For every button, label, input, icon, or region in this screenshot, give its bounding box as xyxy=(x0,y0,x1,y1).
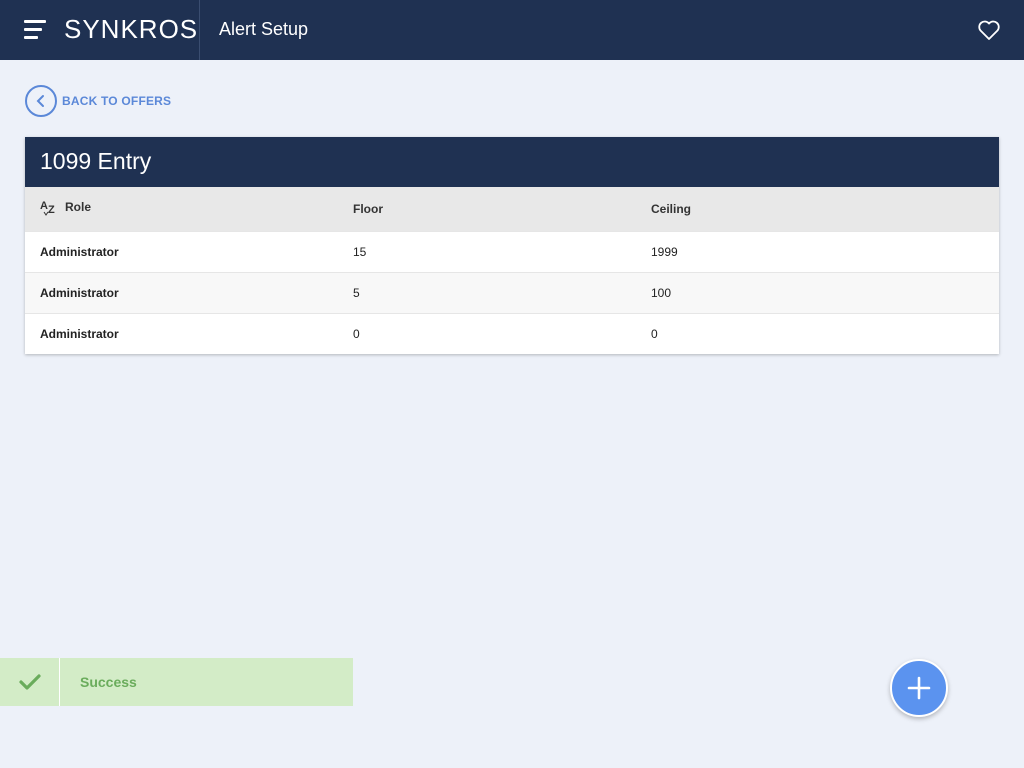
table-row[interactable]: Administrator 5 100 xyxy=(25,272,999,313)
column-label-floor: Floor xyxy=(353,201,383,216)
back-button-circle[interactable] xyxy=(25,85,57,117)
cell-ceiling: 1999 xyxy=(651,244,678,259)
column-label-role: Role xyxy=(65,200,92,215)
svg-text:Z: Z xyxy=(48,204,55,216)
checkmark-icon xyxy=(18,674,41,690)
entry-table: A Z Role Floor Ceiling Administrator 15 … xyxy=(25,187,999,354)
cell-floor: 5 xyxy=(353,285,360,300)
page-title: Alert Setup xyxy=(219,19,309,39)
back-link-label[interactable]: BACK TO OFFERS xyxy=(62,94,171,108)
cell-role: Administrator xyxy=(40,285,119,300)
heart-icon[interactable] xyxy=(977,19,1001,41)
column-header-ceiling[interactable]: Ceiling xyxy=(636,187,999,231)
card-title: 1099 Entry xyxy=(40,148,152,174)
plus-icon xyxy=(907,676,931,700)
svg-text:A: A xyxy=(40,200,48,212)
az-sort-icon[interactable]: A Z xyxy=(40,197,58,217)
toast-icon-box xyxy=(0,658,60,706)
toast-message: Success xyxy=(80,674,137,690)
column-header-role[interactable]: A Z Role xyxy=(25,187,338,231)
app-logo: SYNKROS xyxy=(64,14,199,44)
cell-floor: 0 xyxy=(353,326,360,341)
top-bar: SYNKROS Alert Setup xyxy=(0,0,1024,60)
back-to-offers-link[interactable]: BACK TO OFFERS xyxy=(25,85,171,117)
table-row[interactable]: Administrator 0 0 xyxy=(25,313,999,354)
cell-role: Administrator xyxy=(40,326,119,341)
table-row[interactable]: Administrator 15 1999 xyxy=(25,231,999,272)
cell-floor: 15 xyxy=(353,244,367,259)
column-header-floor[interactable]: Floor xyxy=(338,187,636,231)
column-label-ceiling: Ceiling xyxy=(651,201,692,216)
header-divider xyxy=(199,0,200,60)
success-toast[interactable]: Success xyxy=(0,658,353,706)
cell-role: Administrator xyxy=(40,244,119,259)
chevron-left-icon xyxy=(36,95,44,107)
cell-ceiling: 0 xyxy=(651,326,658,341)
entry-card: 1099 Entry A Z Role Floor Ceiling Admini… xyxy=(25,137,999,354)
add-button[interactable] xyxy=(890,659,948,717)
hamburger-menu-icon[interactable] xyxy=(24,20,46,40)
cell-ceiling: 100 xyxy=(651,285,672,300)
card-header: 1099 Entry xyxy=(25,137,999,187)
table-header-row: A Z Role Floor Ceiling xyxy=(25,187,999,231)
